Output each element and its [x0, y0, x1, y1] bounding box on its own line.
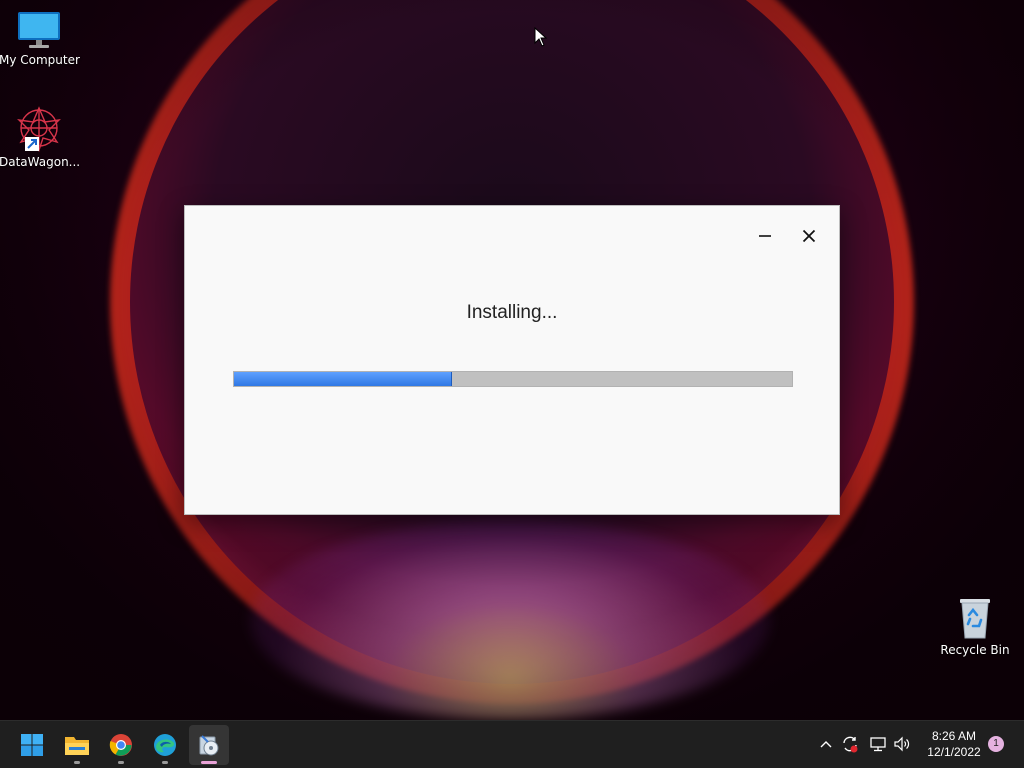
installer-app-icon: [199, 735, 219, 756]
edge-icon: [154, 734, 176, 756]
running-indicator: [74, 761, 80, 764]
volume-icon: [894, 736, 910, 752]
mouse-cursor-icon: [534, 27, 548, 47]
taskbar-file-explorer[interactable]: [57, 725, 97, 765]
clock-date: 12/1/2022: [927, 745, 981, 759]
desktop-icon-my-computer[interactable]: My Computer: [0, 10, 80, 67]
taskbar-edge[interactable]: [145, 725, 185, 765]
running-indicator: [118, 761, 124, 764]
network-icon: [870, 737, 886, 752]
running-indicator: [162, 761, 168, 764]
monitor-icon: [18, 12, 60, 48]
taskbar-clock[interactable]: 8:26 AM 12/1/2022: [914, 728, 994, 760]
tray-network[interactable]: [867, 733, 889, 755]
clock-time: 8:26 AM: [931, 729, 977, 743]
close-icon: [802, 229, 816, 243]
folder-icon: [65, 737, 89, 755]
taskbar-chrome[interactable]: [101, 725, 141, 765]
start-button[interactable]: [12, 725, 52, 765]
recycle-bin-icon: [960, 599, 990, 639]
install-status-text: Installing...: [466, 302, 558, 323]
datawagon-app-icon: [17, 106, 61, 152]
taskbar-installer[interactable]: [189, 725, 229, 765]
minimize-button[interactable]: [747, 222, 783, 250]
taskbar: 8:26 AM 12/1/2022: [0, 720, 1024, 768]
close-button[interactable]: [791, 222, 827, 250]
tray-volume[interactable]: [891, 733, 913, 755]
sync-icon: [843, 736, 858, 753]
desktop-icon-recycle-bin[interactable]: Recycle Bin: [935, 596, 1015, 657]
install-progress-bar: [233, 371, 793, 387]
windows-logo-icon: [21, 734, 43, 756]
show-hidden-icons-button[interactable]: [815, 733, 837, 755]
desktop-icon-datawagon[interactable]: DataWagon...: [0, 106, 81, 169]
chrome-icon: [109, 734, 132, 756]
active-app-indicator: [201, 761, 217, 764]
minimize-icon: [759, 235, 771, 237]
desktop-icon-label: DataWagon...: [0, 155, 81, 169]
installer-window: Installing...: [184, 205, 840, 515]
notification-badge[interactable]: 1: [988, 736, 1004, 752]
install-progress-fill: [234, 372, 452, 386]
tray-sync[interactable]: [839, 733, 861, 755]
desktop-icon-label: My Computer: [0, 53, 80, 67]
desktop-icon-label: Recycle Bin: [940, 643, 1010, 657]
chevron-up-icon: [820, 741, 832, 748]
